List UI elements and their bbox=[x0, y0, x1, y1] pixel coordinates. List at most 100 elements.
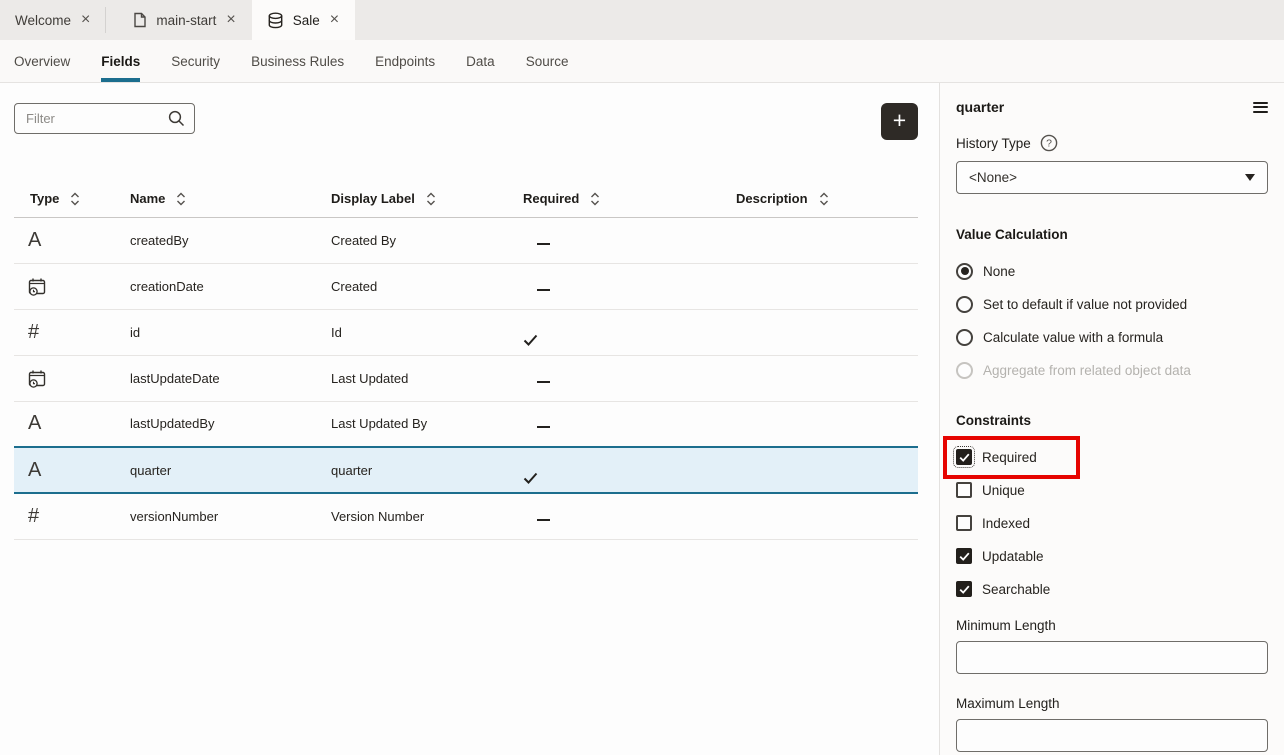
text-type-icon: A bbox=[28, 459, 41, 481]
field-description bbox=[736, 263, 918, 309]
checkbox-checked-icon bbox=[956, 581, 972, 597]
constraints-heading: Constraints bbox=[956, 413, 1268, 428]
history-type-select[interactable]: <None> bbox=[956, 161, 1268, 194]
not-required-dash-icon bbox=[537, 381, 550, 383]
tab-divider bbox=[105, 7, 106, 33]
radio-set-to-default[interactable]: Set to default if value not provided bbox=[956, 294, 1268, 314]
tab-source[interactable]: Source bbox=[526, 40, 569, 82]
maximum-length-input[interactable] bbox=[956, 719, 1268, 752]
required-check-icon bbox=[523, 472, 736, 484]
field-description bbox=[736, 401, 918, 447]
field-description bbox=[736, 447, 918, 493]
table-row[interactable]: lastUpdateDate Last Updated bbox=[14, 355, 918, 401]
not-required-dash-icon bbox=[537, 426, 550, 428]
column-header-name[interactable]: Name bbox=[130, 181, 331, 217]
search-icon[interactable] bbox=[168, 110, 185, 127]
object-nav-bar: Overview Fields Security Business Rules … bbox=[0, 40, 1284, 83]
history-type-label: History Type bbox=[956, 136, 1031, 151]
checkbox-required[interactable]: Required bbox=[956, 447, 1268, 467]
not-required-dash-icon bbox=[537, 289, 550, 291]
field-description bbox=[736, 309, 918, 355]
value-calculation-options: None Set to default if value not provide… bbox=[956, 261, 1268, 380]
tab-sale[interactable]: Sale × bbox=[252, 0, 355, 40]
field-display-label: Version Number bbox=[331, 493, 523, 539]
help-icon[interactable]: ? bbox=[1040, 134, 1058, 152]
radio-icon bbox=[956, 329, 973, 346]
tab-security[interactable]: Security bbox=[171, 40, 220, 82]
checkbox-checked-icon bbox=[956, 449, 972, 465]
minimum-length-label: Minimum Length bbox=[956, 618, 1268, 633]
fields-toolbar: + bbox=[14, 103, 918, 140]
field-name: lastUpdateDate bbox=[130, 355, 331, 401]
column-header-type[interactable]: Type bbox=[14, 181, 130, 217]
close-icon[interactable]: × bbox=[225, 12, 236, 28]
app-window: Welcome × main-start × Sale × Overview F… bbox=[0, 0, 1284, 755]
radio-selected-icon bbox=[956, 263, 973, 280]
tab-welcome-label: Welcome bbox=[15, 13, 71, 28]
sort-icon bbox=[819, 192, 829, 206]
table-row[interactable]: A lastUpdatedBy Last Updated By bbox=[14, 401, 918, 447]
add-field-button[interactable]: + bbox=[881, 103, 918, 140]
table-row-selected[interactable]: A quarter quarter bbox=[14, 447, 918, 493]
value-calculation-heading: Value Calculation bbox=[956, 227, 1268, 242]
fields-main-area: + Type Name Display Label Required Descr… bbox=[0, 83, 939, 755]
panel-title: quarter bbox=[956, 99, 1004, 115]
text-type-icon: A bbox=[28, 229, 41, 251]
table-row[interactable]: # id Id bbox=[14, 309, 918, 355]
field-description bbox=[736, 355, 918, 401]
field-detail-panel: quarter History Type ? <None> Value Calc… bbox=[939, 83, 1284, 755]
tab-endpoints[interactable]: Endpoints bbox=[375, 40, 435, 82]
field-display-label: Last Updated bbox=[331, 355, 523, 401]
checkbox-unique[interactable]: Unique bbox=[956, 480, 1268, 500]
editor-tab-bar: Welcome × main-start × Sale × bbox=[0, 0, 1284, 40]
tab-fields[interactable]: Fields bbox=[101, 40, 140, 82]
tab-sale-label: Sale bbox=[293, 13, 320, 28]
radio-disabled-icon bbox=[956, 362, 973, 379]
tab-main-start-label: main-start bbox=[156, 13, 216, 28]
field-display-label: Last Updated By bbox=[331, 401, 523, 447]
column-header-display-label[interactable]: Display Label bbox=[331, 181, 523, 217]
tab-business-rules[interactable]: Business Rules bbox=[251, 40, 344, 82]
radio-none[interactable]: None bbox=[956, 261, 1268, 281]
field-name: createdBy bbox=[130, 217, 331, 263]
field-name: quarter bbox=[130, 447, 331, 493]
required-check-icon bbox=[523, 334, 736, 346]
close-icon[interactable]: × bbox=[80, 12, 91, 28]
field-description bbox=[736, 493, 918, 539]
sort-icon bbox=[590, 192, 600, 206]
column-header-required[interactable]: Required bbox=[523, 181, 736, 217]
field-display-label: quarter bbox=[331, 447, 523, 493]
page-icon bbox=[133, 12, 147, 28]
table-row[interactable]: # versionNumber Version Number bbox=[14, 493, 918, 539]
column-header-description[interactable]: Description bbox=[736, 181, 918, 217]
sort-icon bbox=[176, 192, 186, 206]
text-type-icon: A bbox=[28, 412, 41, 434]
close-icon[interactable]: × bbox=[329, 12, 340, 28]
tab-welcome[interactable]: Welcome × bbox=[0, 0, 106, 40]
chevron-down-icon bbox=[1245, 174, 1255, 181]
menu-icon[interactable] bbox=[1253, 97, 1268, 117]
table-row[interactable]: creationDate Created bbox=[14, 263, 918, 309]
checkbox-indexed[interactable]: Indexed bbox=[956, 513, 1268, 533]
checkbox-updatable[interactable]: Updatable bbox=[956, 546, 1268, 566]
svg-text:?: ? bbox=[1046, 138, 1052, 150]
checkbox-searchable[interactable]: Searchable bbox=[956, 579, 1268, 599]
tab-data[interactable]: Data bbox=[466, 40, 495, 82]
checkbox-icon bbox=[956, 482, 972, 498]
minimum-length-input[interactable] bbox=[956, 641, 1268, 674]
radio-calculate-formula[interactable]: Calculate value with a formula bbox=[956, 327, 1268, 347]
database-icon bbox=[267, 12, 284, 29]
not-required-dash-icon bbox=[537, 519, 550, 521]
datetime-type-icon bbox=[28, 369, 130, 388]
checkbox-icon bbox=[956, 515, 972, 531]
field-description bbox=[736, 217, 918, 263]
tab-overview[interactable]: Overview bbox=[14, 40, 70, 82]
constraints-options: Required Unique Indexed Updatable Search… bbox=[956, 447, 1268, 599]
table-row[interactable]: A createdBy Created By bbox=[14, 217, 918, 263]
radio-icon bbox=[956, 296, 973, 313]
field-name: lastUpdatedBy bbox=[130, 401, 331, 447]
number-type-icon: # bbox=[28, 321, 39, 343]
tab-main-start[interactable]: main-start × bbox=[118, 0, 251, 40]
field-display-label: Created bbox=[331, 263, 523, 309]
field-name: id bbox=[130, 309, 331, 355]
